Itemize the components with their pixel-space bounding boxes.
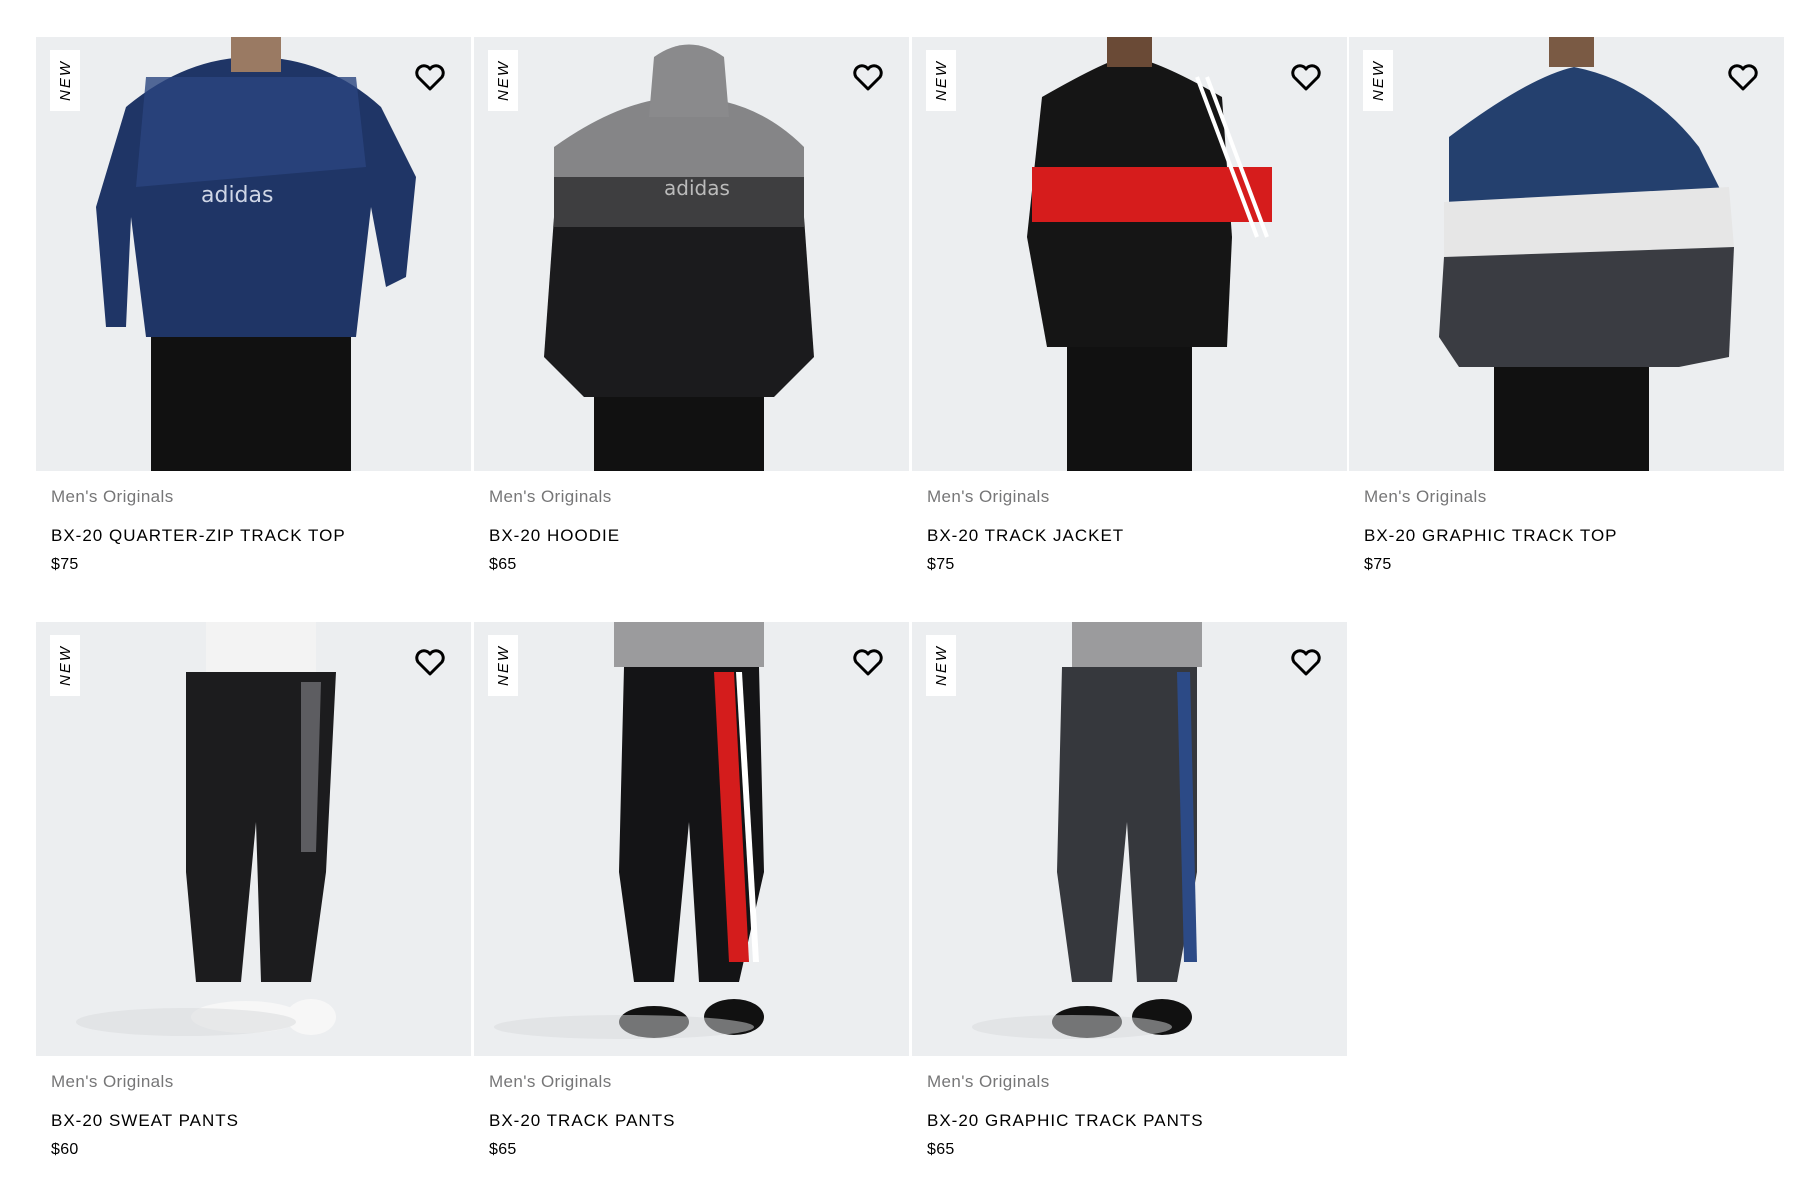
product-name[interactable]: BX-20 QUARTER-ZIP TRACK TOP <box>51 526 456 546</box>
product-name[interactable]: BX-20 TRACK JACKET <box>927 526 1332 546</box>
heart-icon[interactable] <box>853 64 883 92</box>
product-name[interactable]: BX-20 HOODIE <box>489 526 894 546</box>
svg-text:adidas: adidas <box>664 176 730 200</box>
product-price: $65 <box>489 556 517 573</box>
product-photo: adidas <box>96 37 416 471</box>
product-price: $65 <box>489 1141 517 1158</box>
product-photo <box>76 622 336 1036</box>
product-name[interactable]: BX-20 GRAPHIC TRACK TOP <box>1364 526 1769 546</box>
product-price: $75 <box>1364 556 1392 573</box>
svg-text:adidas: adidas <box>201 183 273 208</box>
product-image[interactable]: NEW <box>36 622 471 1056</box>
product-card[interactable]: NEW Men's Originals BX-20 TRACK PANTS $6… <box>474 622 909 1182</box>
product-card[interactable]: NEW Men's Originals BX-20 GRAPHIC TRACK … <box>1349 37 1784 597</box>
product-image[interactable]: NEW <box>912 622 1347 1056</box>
product-category: Men's Originals <box>489 487 612 506</box>
product-image[interactable]: NEW <box>912 37 1347 471</box>
product-photo <box>1027 37 1272 471</box>
product-category: Men's Originals <box>489 1072 612 1091</box>
product-category: Men's Originals <box>51 1072 174 1091</box>
heart-icon[interactable] <box>853 649 883 677</box>
product-photo <box>972 622 1202 1039</box>
new-badge: NEW <box>926 50 956 111</box>
product-image[interactable]: NEW <box>1349 37 1784 471</box>
new-badge: NEW <box>926 635 956 696</box>
product-name[interactable]: BX-20 TRACK PANTS <box>489 1111 894 1131</box>
product-card[interactable]: adidas NEW Men's Originals BX-20 HOODIE … <box>474 37 909 597</box>
product-price: $65 <box>927 1141 955 1158</box>
product-image[interactable]: NEW <box>474 622 909 1056</box>
product-card[interactable]: NEW Men's Originals BX-20 SWEAT PANTS $6… <box>36 622 471 1182</box>
product-category: Men's Originals <box>927 1072 1050 1091</box>
product-card[interactable]: NEW Men's Originals BX-20 GRAPHIC TRACK … <box>912 622 1347 1182</box>
product-photo <box>494 622 764 1039</box>
product-photo: adidas <box>544 44 814 471</box>
product-category: Men's Originals <box>1364 487 1487 506</box>
new-badge: NEW <box>488 635 518 696</box>
heart-icon[interactable] <box>415 64 445 92</box>
product-category: Men's Originals <box>927 487 1050 506</box>
new-badge: NEW <box>1363 50 1393 111</box>
product-price: $75 <box>927 556 955 573</box>
heart-icon[interactable] <box>1728 64 1758 92</box>
new-badge: NEW <box>488 50 518 111</box>
product-card[interactable]: NEW Men's Originals BX-20 TRACK JACKET $… <box>912 37 1347 597</box>
product-category: Men's Originals <box>51 487 174 506</box>
new-badge: NEW <box>50 50 80 111</box>
product-image[interactable]: adidas NEW <box>36 37 471 471</box>
new-badge: NEW <box>50 635 80 696</box>
heart-icon[interactable] <box>1291 649 1321 677</box>
product-price: $75 <box>51 556 79 573</box>
product-name[interactable]: BX-20 SWEAT PANTS <box>51 1111 456 1131</box>
heart-icon[interactable] <box>415 649 445 677</box>
product-name[interactable]: BX-20 GRAPHIC TRACK PANTS <box>927 1111 1332 1131</box>
product-image[interactable]: adidas NEW <box>474 37 909 471</box>
product-card[interactable]: adidas NEW Men's Originals BX-20 QUARTER… <box>36 37 471 597</box>
heart-icon[interactable] <box>1291 64 1321 92</box>
product-price: $60 <box>51 1141 79 1158</box>
product-photo <box>1439 37 1734 471</box>
